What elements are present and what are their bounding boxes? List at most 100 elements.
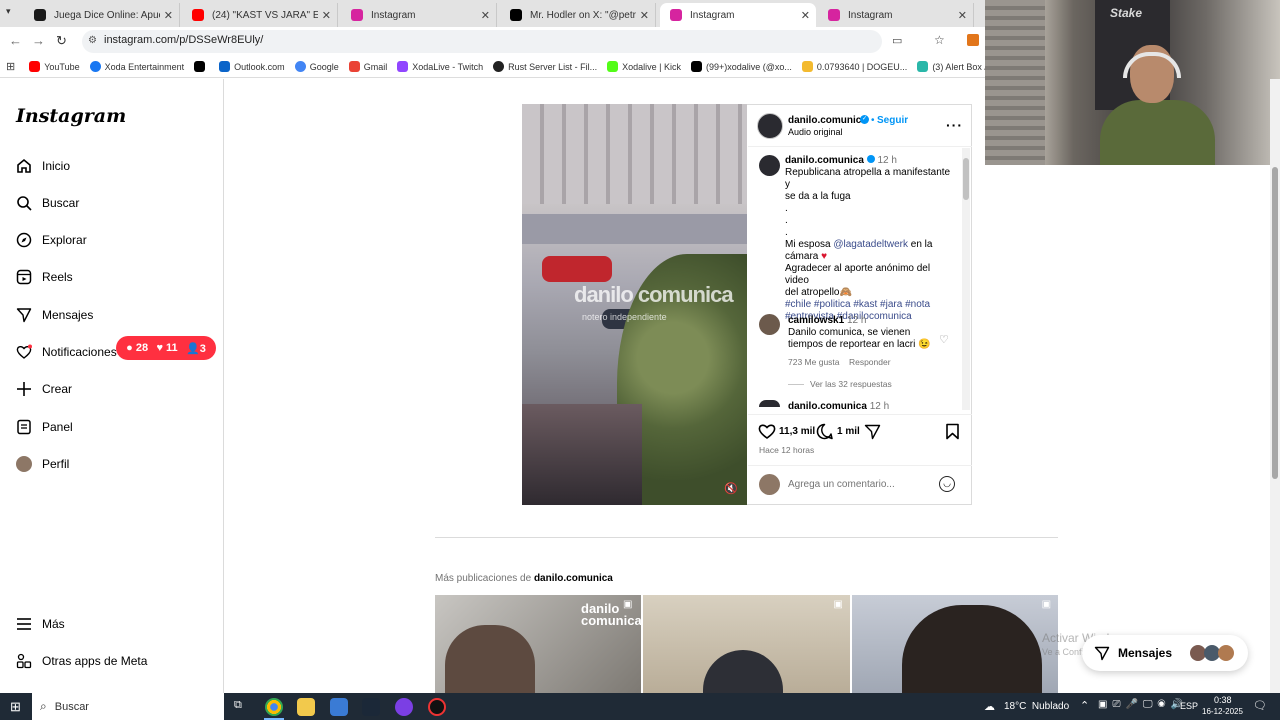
- browser-tab[interactable]: Mr. Hodler on X: "@petrogusta ✕: [500, 3, 656, 27]
- sidebar-item-buscar[interactable]: Buscar: [16, 195, 79, 211]
- steam-icon[interactable]: [362, 698, 380, 716]
- windows-start-icon[interactable]: ⊞: [10, 699, 21, 715]
- chrome-icon[interactable]: [265, 698, 283, 716]
- mute-icon[interactable]: 🔇: [724, 482, 738, 495]
- taskbar-search[interactable]: ⌕ Buscar: [32, 693, 224, 720]
- clock-date[interactable]: 16-12-2025: [1202, 707, 1243, 716]
- sidebar-item-reels[interactable]: Reels: [16, 269, 73, 285]
- bookmark-item[interactable]: Xodalive | Kick: [607, 61, 681, 72]
- metamask-extension-icon[interactable]: [967, 34, 979, 46]
- store-icon[interactable]: [330, 698, 348, 716]
- scrollbar-thumb[interactable]: [963, 158, 969, 200]
- caption-author[interactable]: danilo.comunica: [785, 155, 864, 166]
- bookmark-item[interactable]: Xoda Entertainment: [89, 61, 184, 72]
- tray-chevron-icon[interactable]: ⌃: [1080, 699, 1089, 712]
- comments-count[interactable]: 1 mil: [837, 426, 860, 437]
- sidebar-item-inicio[interactable]: Inicio: [16, 158, 70, 174]
- notifications-icon[interactable]: 🗨: [1253, 699, 1267, 712]
- likes-count[interactable]: 11,3 mil: [779, 426, 815, 437]
- comments-count-value: 28: [135, 342, 149, 354]
- reload-icon[interactable]: ↻: [56, 33, 67, 49]
- like-icon[interactable]: [758, 423, 776, 439]
- browser-tab[interactable]: Juega Dice Online: Apuestas de ✕: [24, 3, 180, 27]
- reply-button[interactable]: Responder: [849, 357, 891, 367]
- instagram-logo[interactable]: Instagram: [16, 105, 126, 127]
- notifications-badge[interactable]: ● 28 ♥ 11 👤3: [116, 336, 216, 360]
- caption-mention-link[interactable]: @lagatadeltwerk: [833, 239, 908, 250]
- app-icon[interactable]: [428, 698, 446, 716]
- bookmark-item[interactable]: YouTube: [29, 61, 80, 72]
- browser-tab[interactable]: (24) "KAST VS JARA" Eleccione ✕: [182, 3, 338, 27]
- more-posts-author[interactable]: danilo.comunica: [534, 573, 613, 584]
- tray-icons[interactable]: ▣⎚🎤🖵◉🔊: [1098, 699, 1188, 710]
- post-video[interactable]: danilo comunica notero independiente 🔇: [522, 104, 747, 505]
- obs-icon[interactable]: [395, 698, 413, 716]
- comment-likes[interactable]: 723 Me gusta: [788, 357, 840, 367]
- language-indicator[interactable]: ESP: [1180, 701, 1198, 711]
- bookmark-item[interactable]: (99+)xodalive (@xo...: [691, 61, 792, 72]
- bookmark-item[interactable]: (3) Alert Box / Strea...: [917, 61, 985, 72]
- view-replies-button[interactable]: Ver las 32 respuestas: [810, 379, 892, 389]
- weather-text[interactable]: 18°C Nublado: [1004, 701, 1069, 712]
- author-avatar[interactable]: [759, 155, 780, 176]
- comment-icon[interactable]: [816, 423, 833, 440]
- author-avatar[interactable]: [759, 400, 780, 407]
- apps-grid-icon[interactable]: ⊞: [6, 60, 15, 73]
- file-explorer-icon[interactable]: [297, 698, 315, 716]
- site-info-icon[interactable]: ⚙: [88, 35, 97, 46]
- task-view-icon[interactable]: ⧉: [234, 699, 242, 712]
- bookmark-item[interactable]: Google: [294, 61, 339, 72]
- page-scrollbar[interactable]: [1270, 79, 1280, 693]
- close-tab-icon[interactable]: ✕: [640, 9, 649, 22]
- page-scrollbar-thumb[interactable]: [1272, 167, 1278, 479]
- tab-search-icon[interactable]: ▾: [6, 6, 11, 17]
- clock-time[interactable]: 0:38: [1214, 695, 1232, 705]
- bookmark-item[interactable]: [194, 61, 209, 72]
- follow-button[interactable]: Seguir: [877, 115, 908, 126]
- close-tab-icon[interactable]: ✕: [958, 9, 967, 22]
- bookmark-item[interactable]: Rust Server List - Fil...: [493, 61, 597, 72]
- post-thumbnail[interactable]: ▣: [851, 595, 1058, 693]
- post-thumbnail[interactable]: danilo comunica ▣: [435, 595, 642, 693]
- sidebar-item-crear[interactable]: Crear: [16, 381, 72, 397]
- add-comment-input[interactable]: [788, 476, 928, 493]
- sidebar-item-explorar[interactable]: Explorar: [16, 232, 87, 248]
- close-tab-icon[interactable]: ✕: [164, 9, 173, 22]
- commenter-avatar[interactable]: [759, 314, 780, 335]
- close-tab-icon[interactable]: ✕: [481, 9, 490, 22]
- comment-author[interactable]: danilo.comunica: [788, 401, 867, 409]
- post-author[interactable]: danilo.comunica: [788, 115, 867, 126]
- like-comment-icon[interactable]: ♡: [939, 333, 949, 346]
- bookmark-item[interactable]: 0.0793640 | DOGEU...: [801, 61, 907, 72]
- browser-tab[interactable]: Instagram ✕: [341, 3, 497, 27]
- browser-tab[interactable]: Instagram ✕: [818, 3, 974, 27]
- browser-tab-active[interactable]: Instagram ✕: [660, 3, 816, 27]
- post-thumbnail[interactable]: ▣: [643, 595, 850, 693]
- audio-label[interactable]: Audio original: [788, 127, 843, 137]
- sidebar-item-otras-apps[interactable]: Otras apps de Meta: [16, 653, 147, 669]
- author-avatar[interactable]: [757, 113, 783, 139]
- sidebar-item-perfil[interactable]: Perfil: [16, 456, 69, 472]
- sidebar-item-panel[interactable]: Panel: [16, 419, 73, 435]
- cast-icon[interactable]: ▭: [892, 34, 902, 47]
- emoji-picker-icon[interactable]: ◡: [939, 476, 955, 492]
- save-icon[interactable]: [945, 423, 960, 440]
- bookmark-item[interactable]: Gmail: [348, 61, 387, 72]
- more-options-icon[interactable]: ···: [946, 117, 963, 133]
- messages-floating-button[interactable]: Mensajes: [1082, 635, 1248, 671]
- close-tab-icon[interactable]: ✕: [322, 9, 331, 22]
- caption-hashtags[interactable]: #chile #politica #kast #jara #nota: [785, 299, 955, 311]
- forward-icon[interactable]: →: [32, 33, 45, 48]
- bookmark-star-icon[interactable]: ☆: [934, 33, 945, 47]
- comment-author[interactable]: camilowsk1: [788, 315, 844, 326]
- url-text[interactable]: instagram.com/p/DSSeWr8EUly/: [104, 34, 263, 46]
- bookmark-item[interactable]: Outlook.com: [219, 61, 285, 72]
- comments-scrollbar[interactable]: [962, 148, 970, 410]
- sidebar-item-mas[interactable]: Más: [16, 616, 65, 632]
- sidebar-item-mensajes[interactable]: Mensajes: [16, 307, 93, 323]
- back-icon[interactable]: ←: [9, 33, 22, 48]
- share-icon[interactable]: [864, 424, 881, 440]
- close-tab-icon[interactable]: ✕: [801, 9, 810, 22]
- bookmark-item[interactable]: XodaLive - Twitch: [397, 61, 483, 72]
- sidebar-item-notificaciones[interactable]: Notificaciones: [16, 344, 117, 360]
